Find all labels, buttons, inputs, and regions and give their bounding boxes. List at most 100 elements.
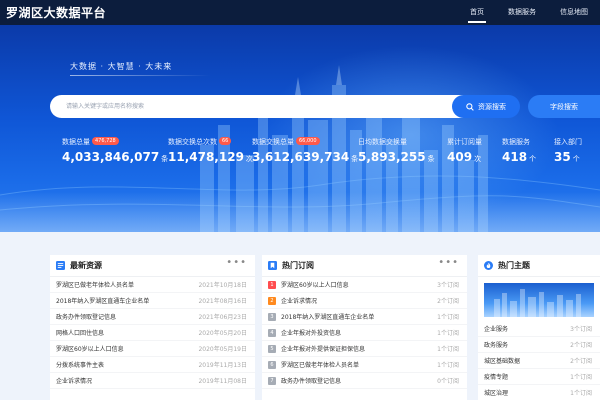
list-item[interactable]: 2 企业诉求情况 2个订阅 (262, 293, 467, 309)
list-item[interactable]: 网格人口回住信息 2020年05月20日 (50, 325, 255, 341)
item-title: 2018年纳入罗湖区直通车企业名单 (56, 298, 150, 305)
app-title[interactable]: 罗湖区大数据平台 (6, 4, 106, 21)
panel-title: 最新资源 (70, 261, 102, 270)
item-title: 政务办件领取登记信息 (281, 378, 342, 385)
stat-label: 接入部门 (554, 138, 582, 146)
stat-badge: 66,000 (296, 137, 320, 145)
list-item[interactable]: 1 罗湖区60岁以上人口信息 3个订阅 (262, 277, 467, 293)
hot-subscriptions-panel: 热门订阅 ••• 1 罗湖区60岁以上人口信息 3个订阅 2 企业诉求情况 2个订阅 3… (262, 255, 467, 400)
item-title: 企业年报对外投资信息 (281, 330, 342, 337)
stat-badge: 476,728 (92, 137, 119, 145)
panel-title: 热门订阅 (282, 261, 314, 270)
fire-icon (484, 261, 493, 270)
item-count: 1个订阅 (437, 330, 459, 337)
list-item[interactable]: 6 罗湖区已做老年体检人员名单 1个订阅 (262, 357, 467, 373)
list-item[interactable]: 企业服务 3个订阅 (478, 321, 600, 337)
list-item[interactable]: 7 政务办件领取登记信息 0个订阅 (262, 373, 467, 389)
stat-label: 数据服务 (502, 138, 530, 146)
list-item[interactable]: 2018年纳入罗湖区直通车企业名单 2021年08月16日 (50, 293, 255, 309)
stat-exchange-count: 数据交换总次数 66 11,478,129 次 (168, 137, 253, 164)
tagline-underline (70, 75, 210, 76)
list-item[interactable]: 5 企业年报对外提供保证担保信息 1个订阅 (262, 341, 467, 357)
list-item[interactable]: 分拨系统事件主表 2019年11月13日 (50, 357, 255, 373)
item-date: 2020年05月19日 (198, 346, 247, 353)
stat-unit: 个 (529, 155, 537, 163)
list-item[interactable]: 城区治理 1个订阅 (478, 385, 600, 400)
hero-banner: 大数据 · 大智慧 · 大未来 资源搜索 字段搜索 数据总量476,728 4,… (0, 25, 600, 232)
field-search-button[interactable]: 字段搜索 (528, 95, 600, 118)
rank-badge: 2 (268, 296, 276, 305)
item-title: 企业年报对外提供保证担保信息 (281, 346, 366, 353)
item-title: 城区治理 (484, 390, 509, 397)
item-date: 2021年08月16日 (198, 298, 247, 305)
stat-label: 数据交换总次数 (168, 138, 217, 146)
item-count: 3个订阅 (437, 282, 459, 289)
hero-tagline: 大数据 · 大智慧 · 大未来 (70, 62, 173, 71)
search-input[interactable] (66, 95, 446, 118)
skyline-thumbnail (494, 289, 581, 317)
item-count: 2个订阅 (570, 358, 592, 365)
stat-departments: 接入部门 35 个 (554, 137, 582, 164)
item-title: 罗湖区已做老年体检人员名单 (56, 282, 135, 289)
stat-unit: 次 (474, 155, 482, 163)
stat-unit: 个 (572, 155, 580, 163)
item-title: 分拨系统事件主表 (56, 362, 105, 369)
rank-badge: 6 (268, 360, 276, 369)
latest-resources-panel: 最新资源 ••• 罗湖区已做老年体检人员名单 2021年10月18日 2018年纳… (50, 255, 255, 400)
list-item[interactable]: 城区基础数据 2个订阅 (478, 353, 600, 369)
search-icon (466, 102, 474, 111)
stat-value: 5,893,255 (358, 150, 426, 164)
item-count: 0个订阅 (437, 378, 459, 385)
list-item[interactable]: 3 2018年纳入罗湖区直通车企业名单 1个订阅 (262, 309, 467, 325)
rank-badge: 7 (268, 376, 276, 385)
nav-home[interactable]: 首页 (458, 0, 496, 25)
more-button[interactable]: ••• (438, 257, 459, 268)
stat-label: 数据交换总量 (252, 138, 294, 146)
list-item[interactable]: 政务服务 2个订阅 (478, 337, 600, 353)
list-item[interactable]: 罗湖区已做老年体检人员名单 2021年10月18日 (50, 277, 255, 293)
stat-data-total: 数据总量 476,728 4,033,846,077 条 (62, 137, 168, 164)
item-count: 3个订阅 (570, 326, 592, 333)
item-count: 2个订阅 (437, 298, 459, 305)
more-button[interactable]: ••• (226, 257, 247, 268)
item-title: 企业诉求情况 (281, 298, 318, 305)
list-item[interactable]: 4 企业年报对外投资信息 1个订阅 (262, 325, 467, 341)
item-title: 网格人口回住信息 (56, 330, 105, 337)
rank-badge: 5 (268, 344, 276, 353)
item-count: 1个订阅 (570, 390, 592, 397)
hot-topics-panel: 热门主题 企业服务 3个订阅 政务服务 2个订阅 城区基础数据 2个订阅 疫情专题 1个… (478, 255, 600, 400)
list-item[interactable]: 疫情专题 1个订阅 (478, 369, 600, 385)
stat-label: 日均数据交换量 (358, 138, 407, 146)
nav-data-service[interactable]: 数据服务 (496, 0, 548, 25)
stat-label: 累计订阅量 (447, 138, 482, 146)
item-count: 1个订阅 (570, 374, 592, 381)
item-title: 2018年纳入罗湖区直通车企业名单 (281, 314, 375, 321)
stat-subscriptions: 累计订阅量 409 次 (447, 137, 482, 164)
item-title: 罗湖区60岁以上人口信息 (56, 346, 124, 353)
stat-exchange-total: 数据交换总量 66,000 3,612,639,734 条 (252, 137, 358, 164)
item-count: 1个订阅 (437, 346, 459, 353)
panel-header: 最新资源 (50, 255, 255, 277)
panel-header: 热门订阅 (262, 255, 467, 277)
nav-info-map[interactable]: 信息地图 (548, 0, 600, 25)
item-title: 政务服务 (484, 342, 509, 349)
stat-value: 4,033,846,077 (62, 150, 160, 164)
item-title: 企业服务 (484, 326, 509, 333)
list-item[interactable]: 政务办件领取登记信息 2021年06月23日 (50, 309, 255, 325)
item-title: 罗湖区已做老年体检人员名单 (281, 362, 360, 369)
top-navbar: 罗湖区大数据平台 首页 数据服务 信息地图 (0, 0, 600, 25)
item-title: 政务办件领取登记信息 (56, 314, 117, 321)
resource-search-button[interactable]: 资源搜索 (452, 95, 520, 118)
rank-badge: 3 (268, 312, 276, 321)
stat-daily-exchange: 日均数据交换量 5,893,255 条 (358, 137, 435, 164)
main-nav: 首页 数据服务 信息地图 (458, 0, 600, 25)
list-item[interactable]: 企业诉求情况 2019年11月08日 (50, 373, 255, 389)
item-date: 2020年05月20日 (198, 330, 247, 337)
stat-data-services: 数据服务 418 个 (502, 137, 536, 164)
list-item[interactable]: 罗湖区60岁以上人口信息 2020年05月19日 (50, 341, 255, 357)
item-date: 2021年06月23日 (198, 314, 247, 321)
topic-banner-image[interactable] (484, 283, 594, 317)
stat-value: 409 (447, 150, 473, 164)
item-count: 1个订阅 (437, 362, 459, 369)
resource-search-label: 资源搜索 (478, 102, 506, 111)
